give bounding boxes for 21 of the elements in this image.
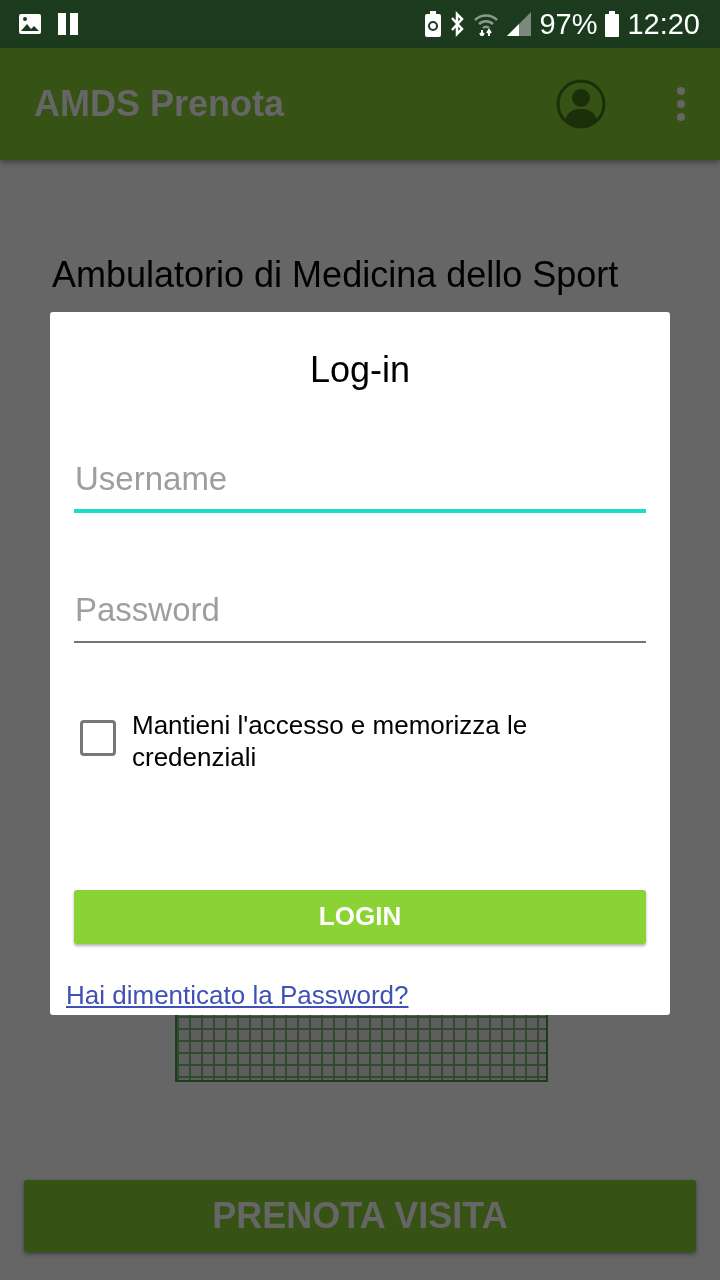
account-icon[interactable] [556,79,606,129]
dialog-title: Log-in [308,350,412,390]
bluetooth-icon [449,11,466,37]
image-icon [18,13,42,35]
forgot-password-link[interactable]: Hai dimenticato la Password? [66,976,409,1015]
clinic-name: Ambulatorio di Medicina dello Sport [52,253,620,297]
checkbox-label: Mantieni l'accesso e memorizza le credenziali [132,708,529,774]
checkbox[interactable] [80,719,116,756]
battery-icon [605,11,620,37]
menu-icon[interactable] [676,87,686,121]
username-field[interactable]: Username [74,453,646,514]
app-title: AMDS Prenota [34,82,285,126]
book-visit-button[interactable]: PRENOTA VISITA [24,1180,696,1252]
password-field[interactable]: Password [74,585,646,643]
wifi-icon [473,12,500,36]
signal-icon [507,12,532,36]
battery-recycle-icon [425,11,442,37]
login-button[interactable]: LOGIN [74,889,646,944]
pause-icon [58,13,78,35]
clock: 12:20 [627,9,700,39]
battery-percentage: 97% [539,9,598,39]
